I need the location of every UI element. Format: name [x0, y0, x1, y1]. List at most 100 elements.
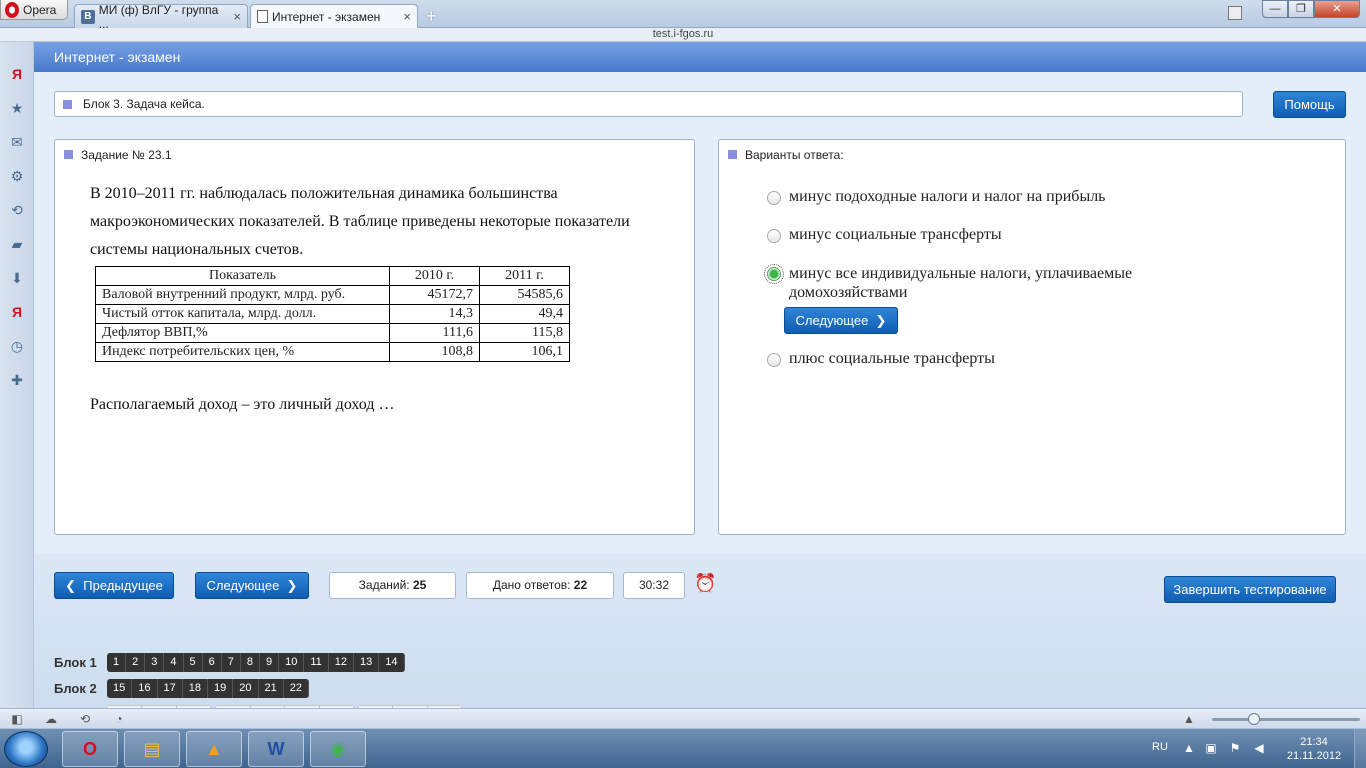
- task-link[interactable]: 20: [233, 679, 259, 698]
- maximize-button[interactable]: ❐: [1288, 0, 1314, 18]
- plus-icon[interactable]: ✚: [8, 371, 26, 389]
- new-tab-button[interactable]: +: [426, 6, 437, 27]
- aimp-taskbar-icon[interactable]: ▲: [186, 731, 242, 767]
- volume-icon[interactable]: ◀: [1252, 741, 1266, 755]
- task-link[interactable]: 16: [132, 679, 158, 698]
- close-icon[interactable]: ×: [233, 9, 241, 24]
- task-link[interactable]: 2: [126, 653, 146, 672]
- browser-sidebar: Я ★ ✉ ⚙ ⟲ ▰ ⬇ Я ◷ ✚: [0, 42, 34, 708]
- share-icon[interactable]: ⟲: [78, 712, 92, 726]
- clock[interactable]: 21:34 21.11.2012: [1282, 735, 1346, 763]
- yandex-icon[interactable]: Я: [8, 65, 26, 83]
- task-link[interactable]: 4: [164, 653, 184, 672]
- task-link[interactable]: 5: [183, 653, 203, 672]
- radio-button[interactable]: [767, 353, 781, 367]
- previous-button[interactable]: ❮ Предыдущее: [54, 572, 174, 599]
- block-title-bar: Блок 3. Задача кейса.: [54, 91, 1243, 117]
- answered-count-box: Дано ответов: 22: [466, 572, 614, 599]
- tray-expand-icon[interactable]: ▲: [1182, 741, 1196, 755]
- arrow-up-icon[interactable]: ▲: [1182, 712, 1196, 726]
- zoom-slider-handle[interactable]: [1248, 713, 1260, 725]
- panel-toggle-icon[interactable]: ◧: [10, 712, 24, 726]
- finish-test-button[interactable]: Завершить тестирование: [1164, 576, 1336, 603]
- previous-label: Предыдущее: [83, 578, 163, 593]
- next-button[interactable]: Следующее ❯: [195, 572, 309, 599]
- task-link[interactable]: 15: [107, 679, 133, 698]
- opera-menu-button[interactable]: Opera: [0, 0, 68, 20]
- task-link[interactable]: 8: [240, 653, 260, 672]
- browser-tab-bar: Opera В МИ (ф) ВлГУ - группа ... × Интер…: [0, 0, 1366, 31]
- star-icon[interactable]: ★: [8, 99, 26, 117]
- device-icon[interactable]: ▣: [1204, 741, 1218, 755]
- answer-option[interactable]: плюс социальные трансферты: [767, 350, 995, 368]
- document-icon: [257, 10, 268, 23]
- task-link[interactable]: 13: [354, 653, 380, 672]
- explorer-taskbar-icon[interactable]: ▤: [124, 731, 180, 767]
- task-link[interactable]: 21: [258, 679, 284, 698]
- clock-icon[interactable]: ◷: [8, 337, 26, 355]
- task-link[interactable]: 3: [145, 653, 165, 672]
- radio-button[interactable]: [767, 229, 781, 243]
- help-button[interactable]: Помощь: [1273, 91, 1346, 118]
- answer-option[interactable]: минус социальные трансферты: [767, 226, 1002, 244]
- table-row: Индекс потребительских цен, % 108,8 106,1: [95, 342, 570, 362]
- gear-icon[interactable]: ⚙: [8, 167, 26, 185]
- answer-option[interactable]: минус подоходные налоги и налог на прибы…: [767, 188, 1105, 206]
- flag-icon[interactable]: ⚑: [1228, 741, 1242, 755]
- vk-icon: В: [81, 9, 95, 24]
- task-link[interactable]: 12: [328, 653, 355, 672]
- share-icon[interactable]: ⟲: [8, 201, 26, 219]
- word-taskbar-icon[interactable]: W: [248, 731, 304, 767]
- page-title: Интернет - экзамен: [34, 42, 1366, 72]
- network-taskbar-icon[interactable]: ◉: [310, 731, 366, 767]
- table-body: Валовой внутренний продукт, млрд. руб. 45…: [95, 285, 570, 362]
- answered-count-value: 22: [573, 578, 588, 592]
- speed-icon[interactable]: ◔: [112, 712, 126, 726]
- zoom-slider[interactable]: [1212, 718, 1360, 721]
- tab-vk-group[interactable]: В МИ (ф) ВлГУ - группа ... ×: [74, 3, 248, 31]
- task-link[interactable]: 6: [202, 653, 222, 672]
- answer-option-selected[interactable]: минус все индивидуальные налоги, уплачив…: [764, 264, 1187, 302]
- next-inline-button[interactable]: Следующее ❯: [784, 307, 898, 334]
- trash-icon[interactable]: [1228, 6, 1242, 20]
- task-link[interactable]: 22: [283, 679, 309, 698]
- clock-date: 21.11.2012: [1286, 750, 1342, 762]
- yandex-icon[interactable]: Я: [8, 303, 26, 321]
- block-row: Блок 1 1 2 3 4 5 6 7 8 9 10 11 12 13 14: [54, 653, 409, 672]
- window-close-button[interactable]: ✕: [1314, 0, 1360, 18]
- browser-status-bar: ◧ ☁ ⟲ ◔ ▲: [0, 708, 1366, 728]
- address-bar[interactable]: test.i-fgos.ru: [0, 28, 1366, 42]
- block-row: Блок 2 15 16 17 18 19 20 21 22: [54, 679, 313, 698]
- table-cell: Индекс потребительских цен, %: [95, 342, 390, 362]
- tab-internet-exam[interactable]: Интернет - экзамен ×: [250, 4, 418, 28]
- square-bullet-icon: [63, 100, 72, 109]
- radio-button[interactable]: [767, 191, 781, 205]
- chevron-right-icon: ❯: [871, 313, 887, 328]
- download-icon[interactable]: ⬇: [8, 269, 26, 287]
- task-link[interactable]: 10: [279, 653, 305, 672]
- close-icon[interactable]: ×: [403, 9, 411, 24]
- table-row: Чистый отток капитала, млрд. долл. 14,3 49…: [95, 304, 570, 324]
- task-link[interactable]: 18: [182, 679, 208, 698]
- task-text: В 2010–2011 гг. наблюдалась положительна…: [90, 185, 630, 258]
- indicators-table: Показатель 2010 г. 2011 г. Валовой внутр…: [95, 266, 570, 362]
- table-cell: 14,3: [389, 304, 480, 324]
- start-button[interactable]: [4, 731, 48, 767]
- opera-taskbar-icon[interactable]: O: [62, 731, 118, 767]
- task-link[interactable]: 17: [157, 679, 183, 698]
- task-link[interactable]: 1: [107, 653, 127, 672]
- clock-time: 21:34: [1300, 736, 1328, 748]
- task-link[interactable]: 14: [379, 653, 405, 672]
- table-cell: 111,6: [389, 323, 480, 343]
- task-link[interactable]: 19: [208, 679, 234, 698]
- task-link[interactable]: 9: [260, 653, 280, 672]
- cloud-icon[interactable]: ☁: [44, 712, 58, 726]
- note-icon[interactable]: ▰: [8, 235, 26, 253]
- language-indicator[interactable]: RU: [1152, 741, 1168, 753]
- show-desktop-button[interactable]: [1354, 729, 1366, 768]
- mail-icon[interactable]: ✉: [8, 133, 26, 151]
- radio-button-checked[interactable]: [764, 264, 784, 284]
- task-link[interactable]: 7: [221, 653, 241, 672]
- minimize-button[interactable]: —: [1262, 0, 1288, 18]
- task-link[interactable]: 11: [304, 653, 329, 672]
